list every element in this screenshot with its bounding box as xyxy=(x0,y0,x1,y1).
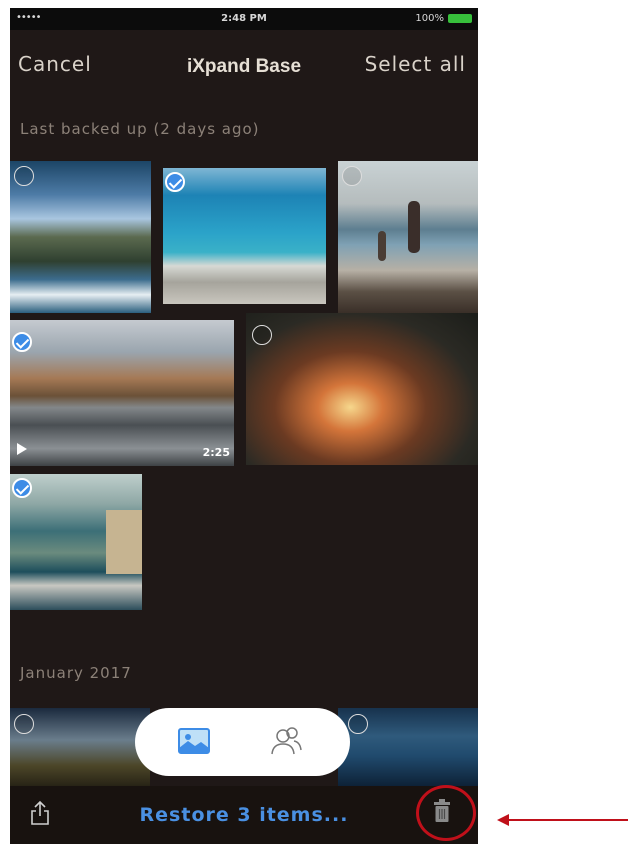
photo-coastal-cliffs[interactable] xyxy=(10,161,151,313)
photo-checkbox[interactable] xyxy=(12,478,32,498)
video-duration: 2:25 xyxy=(202,446,230,459)
photo-checkbox[interactable] xyxy=(252,325,272,345)
photo-beach-umbrellas[interactable] xyxy=(163,168,326,304)
battery-percent: 100% xyxy=(415,13,444,24)
photo-campfire[interactable] xyxy=(246,313,478,465)
child-figure xyxy=(378,231,386,261)
buildings xyxy=(106,510,142,574)
battery-indicator: 100% xyxy=(415,13,472,24)
battery-icon xyxy=(448,14,472,23)
photo-checkbox[interactable] xyxy=(14,714,34,734)
photo-icon xyxy=(178,728,210,754)
annotation-arrow-icon xyxy=(497,814,628,826)
photo-grass-sunset[interactable] xyxy=(10,708,150,788)
adult-figure xyxy=(408,201,420,253)
photo-checkbox[interactable] xyxy=(12,332,32,352)
photo-checkbox[interactable] xyxy=(14,166,34,186)
view-switcher xyxy=(135,708,350,776)
photo-checkbox[interactable] xyxy=(348,714,368,734)
people-tab[interactable] xyxy=(269,726,303,760)
people-icon xyxy=(271,727,302,755)
status-time: 2:48 PM xyxy=(221,13,267,24)
bottom-toolbar: Restore 3 items... xyxy=(10,786,478,844)
highlight-circle xyxy=(416,785,476,841)
phone-screen: ••••• 2:48 PM 100% Cancel iXpand Base Se… xyxy=(10,8,478,844)
photo-checkbox[interactable] xyxy=(165,172,185,192)
play-icon xyxy=(17,443,27,455)
nav-bar: Cancel iXpand Base Select all xyxy=(10,30,478,88)
select-all-button[interactable]: Select all xyxy=(365,52,466,76)
photo-family-on-beach[interactable] xyxy=(338,161,478,313)
section-header-last-backed-up: Last backed up (2 days ago) xyxy=(20,120,260,138)
section-header-january-2017: January 2017 xyxy=(20,664,132,682)
photo-checkbox[interactable] xyxy=(342,166,362,186)
status-bar: ••••• 2:48 PM 100% xyxy=(10,8,478,30)
photos-tab[interactable] xyxy=(177,726,211,760)
photo-seaside-town[interactable] xyxy=(10,474,142,610)
photo-ocean-horizon[interactable] xyxy=(338,708,478,788)
restore-button[interactable]: Restore 3 items... xyxy=(10,804,478,826)
photo-mountain-terrace-video[interactable]: 2:25 xyxy=(10,320,234,466)
